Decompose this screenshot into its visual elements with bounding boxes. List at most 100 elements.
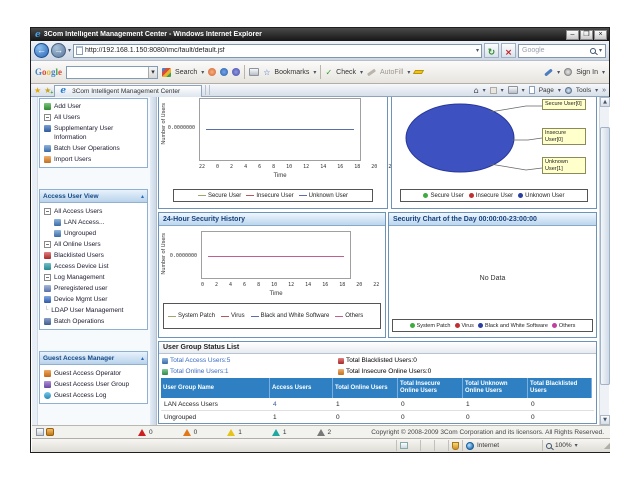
alarm-major[interactable]: 0 bbox=[183, 429, 198, 436]
column-header[interactable]: Total Blacklisted Users bbox=[528, 378, 592, 398]
alarm-critical[interactable]: 0 bbox=[138, 429, 153, 436]
alarm-sound-icon[interactable] bbox=[46, 428, 54, 436]
add-gadget-icon[interactable] bbox=[232, 68, 240, 76]
share-icon[interactable] bbox=[208, 68, 216, 76]
column-header[interactable]: Total Unknown Online Users bbox=[463, 378, 528, 398]
close-button[interactable]: × bbox=[594, 30, 607, 40]
history-dropdown-icon[interactable]: ▾ bbox=[68, 47, 71, 54]
check-button[interactable]: Check bbox=[336, 69, 356, 76]
scrollbar-thumb[interactable] bbox=[600, 127, 610, 385]
feeds-icon[interactable] bbox=[490, 87, 497, 94]
column-header[interactable]: User Group Name bbox=[161, 378, 270, 398]
sidebar-item-all-access-users[interactable]: All Access Users bbox=[40, 206, 147, 217]
browser-search-input[interactable]: Google ▾ bbox=[518, 44, 606, 58]
print-icon[interactable] bbox=[249, 68, 259, 76]
restore-button[interactable]: ❐ bbox=[580, 30, 593, 40]
search-icon[interactable] bbox=[590, 48, 596, 54]
autofill-button[interactable]: AutoFill bbox=[380, 69, 403, 76]
page-dropdown-icon[interactable]: ▾ bbox=[558, 87, 561, 94]
column-header[interactable]: Total Insecure Online Users bbox=[398, 378, 463, 398]
collapse-icon[interactable]: ▴ bbox=[141, 190, 144, 202]
table-row[interactable]: LAN Access Users 4 1 0 1 0 bbox=[161, 398, 594, 411]
check-dropdown-icon[interactable]: ▾ bbox=[360, 69, 363, 76]
legend-item: Secure User bbox=[198, 193, 241, 199]
resize-grip[interactable]: ◢ bbox=[598, 441, 610, 450]
security-history-panel: 24-Hour Security History Number of Users… bbox=[158, 212, 386, 338]
address-dropdown-icon[interactable]: ▾ bbox=[476, 47, 479, 54]
feeds-dropdown-icon[interactable]: ▾ bbox=[501, 87, 504, 94]
sidebar-item-device-mgmt-user[interactable]: Device Mgmt User bbox=[40, 294, 147, 305]
collapse-icon[interactable]: ▴ bbox=[141, 352, 144, 364]
print-button-icon[interactable] bbox=[508, 86, 518, 94]
google-search-options-icon[interactable]: ▾ bbox=[201, 69, 204, 76]
print-dropdown-icon[interactable]: ▾ bbox=[522, 87, 525, 94]
pie-callout-insecure: Insecure User[0] bbox=[542, 128, 586, 145]
alarm-minor[interactable]: 1 bbox=[227, 429, 242, 436]
back-button[interactable]: ← bbox=[34, 43, 49, 58]
sidebar-item-preregistered-user[interactable]: Preregistered user bbox=[40, 283, 147, 294]
google-search-input[interactable]: ▾ bbox=[66, 66, 158, 79]
add-favorite-icon[interactable]: ★ bbox=[44, 86, 51, 95]
alarm-info[interactable]: 2 bbox=[317, 429, 332, 436]
sidebar-item-add-user[interactable]: Add User bbox=[40, 101, 147, 112]
refresh-button[interactable]: ↻ bbox=[484, 43, 499, 58]
favorites-center-icon[interactable]: ★ bbox=[34, 86, 41, 95]
sidebar-splitter[interactable] bbox=[150, 97, 157, 425]
sidebar-item-access-device-list[interactable]: Access Device List bbox=[40, 261, 147, 272]
stop-button[interactable]: × bbox=[501, 43, 516, 58]
column-header[interactable]: Total Online Users bbox=[333, 378, 398, 398]
sidebar-item-ldap-user-management[interactable]: └LDAP User Management bbox=[40, 305, 147, 316]
main-scrollbar[interactable]: ▲ ▼ bbox=[599, 97, 609, 425]
tools-menu[interactable]: Tools bbox=[576, 87, 591, 94]
page-menu[interactable]: Page bbox=[539, 87, 554, 94]
sidebar-item-batch-operations[interactable]: Batch Operations bbox=[40, 316, 147, 327]
sidebar-item-blacklisted-users[interactable]: Blacklisted Users bbox=[40, 250, 147, 261]
sidebar-item-ungrouped[interactable]: Ungrouped bbox=[40, 228, 147, 239]
sidebar-item-batch-user-operations[interactable]: Batch User Operations bbox=[40, 143, 147, 154]
sidebar-item-all-users[interactable]: All Users bbox=[40, 112, 147, 123]
sign-in-button[interactable]: Sign In bbox=[576, 69, 598, 76]
alarm-warning[interactable]: 1 bbox=[272, 429, 287, 436]
table-row[interactable]: Ungrouped 1 0 0 0 0 bbox=[161, 411, 594, 424]
zoom-dropdown-icon[interactable]: ▾ bbox=[575, 442, 578, 449]
section-header-guest-access-manager[interactable]: Guest Access Manager ▴ bbox=[40, 352, 147, 365]
home-dropdown-icon[interactable]: ▾ bbox=[483, 87, 486, 94]
sidebar-item-guest-access-user-group[interactable]: Guest Access User Group bbox=[40, 379, 147, 390]
summary-total-access-users[interactable]: Total Access Users:5 bbox=[162, 357, 338, 364]
toolbar-overflow-icon[interactable]: » bbox=[602, 87, 606, 94]
sidebar-item-guest-access-log[interactable]: Guest Access Log bbox=[40, 390, 147, 401]
summary-total-online-users[interactable]: Total Online Users:1 bbox=[162, 368, 338, 375]
section-header-access-user-view[interactable]: Access User View ▴ bbox=[40, 190, 147, 203]
google-logo: Google bbox=[35, 67, 62, 77]
zoom-pane[interactable]: 100%▾ bbox=[542, 440, 598, 451]
pie-chart bbox=[394, 98, 544, 182]
sidebar-item-guest-access-operator[interactable]: Guest Access Operator bbox=[40, 368, 147, 379]
translate-icon[interactable] bbox=[220, 68, 228, 76]
scroll-up-icon[interactable]: ▲ bbox=[600, 97, 610, 107]
bookmarks-button[interactable]: Bookmarks bbox=[274, 69, 309, 76]
google-search-dropdown-icon[interactable]: ▾ bbox=[148, 67, 157, 78]
sign-in-dropdown-icon[interactable]: ▾ bbox=[602, 69, 605, 76]
search-dropdown-icon[interactable]: ▾ bbox=[599, 47, 602, 54]
autofill-dropdown-icon[interactable]: ▾ bbox=[407, 69, 410, 76]
highlighter-icon[interactable] bbox=[413, 70, 424, 74]
forward-button[interactable]: → bbox=[51, 43, 66, 58]
home-icon[interactable]: ⌂ bbox=[474, 86, 479, 95]
tools-dropdown-icon[interactable]: ▾ bbox=[595, 87, 598, 94]
legend-label: Unknown User bbox=[309, 193, 348, 199]
column-header[interactable]: Access Users bbox=[270, 378, 333, 398]
sidebar-item-log-management[interactable]: Log Management bbox=[40, 272, 147, 283]
scroll-down-icon[interactable]: ▼ bbox=[600, 415, 610, 425]
sidebar-item-all-online-users[interactable]: All Online Users bbox=[40, 239, 147, 250]
wrench-icon[interactable] bbox=[544, 68, 553, 76]
tab-3com-imc[interactable]: e 3Com Intelligent Management Center bbox=[54, 85, 202, 97]
bookmarks-dropdown-icon[interactable]: ▾ bbox=[313, 69, 316, 76]
minimize-button[interactable]: – bbox=[566, 30, 579, 40]
sidebar-item-lan-access[interactable]: LAN Access... bbox=[40, 217, 147, 228]
alarm-browse-icon[interactable] bbox=[36, 428, 44, 436]
sidebar-item-supplementary-user-information[interactable]: Supplementary User Information bbox=[40, 123, 147, 143]
settings-dropdown-icon[interactable]: ▾ bbox=[557, 69, 560, 76]
address-input[interactable]: http://192.168.1.150:8080/imc/fault/defa… bbox=[73, 44, 482, 58]
sidebar-item-import-users[interactable]: Import Users bbox=[40, 154, 147, 165]
google-search-button[interactable]: Search bbox=[175, 69, 197, 76]
